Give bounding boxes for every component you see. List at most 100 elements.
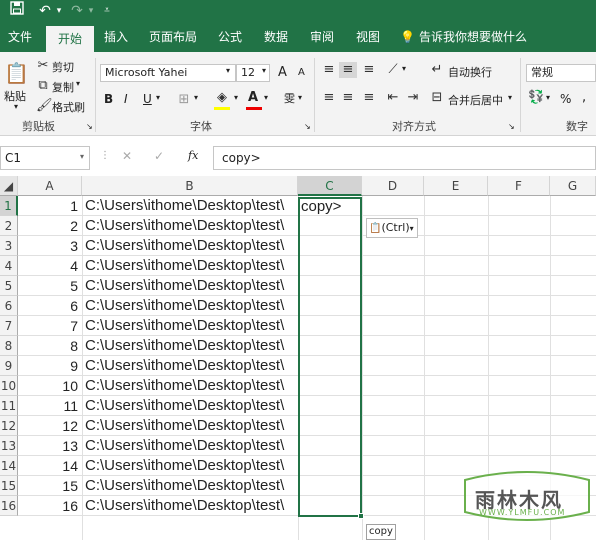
cell-b[interactable]: C:\Users\ithome\Desktop\test\: [85, 196, 297, 216]
increase-indent-icon[interactable]: ⇥: [404, 90, 422, 106]
cell-a[interactable]: 9: [20, 356, 78, 376]
select-all-corner[interactable]: ◢: [0, 176, 18, 196]
currency-icon[interactable]: 💱: [528, 90, 544, 106]
phonetic-dropdown-icon[interactable]: ▾: [298, 93, 302, 102]
cell-a[interactable]: 10: [20, 376, 78, 396]
shrink-font-button[interactable]: A: [298, 67, 305, 78]
row-header[interactable]: 10: [0, 376, 18, 396]
redo-dropdown-icon[interactable]: ▾: [86, 1, 96, 21]
percent-button[interactable]: %: [560, 92, 571, 106]
fill-handle[interactable]: [358, 513, 364, 519]
tab-page-layout[interactable]: 页面布局: [144, 22, 202, 52]
undo-icon[interactable]: ↶: [36, 1, 54, 21]
wrap-text-icon[interactable]: ↵: [430, 62, 444, 78]
column-header-f[interactable]: F: [488, 176, 550, 196]
align-center-icon[interactable]: ≡: [339, 90, 357, 106]
cell-a[interactable]: 8: [20, 336, 78, 356]
cell-a[interactable]: 13: [20, 436, 78, 456]
tab-view[interactable]: 视图: [350, 22, 386, 52]
row-header[interactable]: 5: [0, 276, 18, 296]
insert-function-icon[interactable]: fx: [188, 149, 198, 162]
row-header[interactable]: 9: [0, 356, 18, 376]
enter-icon[interactable]: ✓: [154, 149, 164, 163]
cell-b[interactable]: C:\Users\ithome\Desktop\test\: [85, 396, 297, 416]
cell-a[interactable]: 5: [20, 276, 78, 296]
cut-button[interactable]: 剪切: [52, 59, 74, 75]
name-box-dropdown-icon[interactable]: ▾: [80, 152, 84, 161]
align-middle-icon[interactable]: ≡: [339, 62, 357, 78]
column-header-d[interactable]: D: [362, 176, 424, 196]
orientation-icon[interactable]: ⟋: [384, 62, 402, 78]
align-top-icon[interactable]: ≡: [320, 62, 338, 78]
row-header[interactable]: 13: [0, 436, 18, 456]
alignment-launcher-icon[interactable]: ↘: [508, 122, 515, 131]
font-name-dropdown-icon[interactable]: ▾: [226, 66, 230, 75]
paste-icon[interactable]: 📋: [4, 60, 29, 86]
row-header[interactable]: 15: [0, 476, 18, 496]
column-header-b[interactable]: B: [82, 176, 298, 196]
font-color-button[interactable]: A: [248, 90, 258, 105]
cell-a[interactable]: 4: [20, 256, 78, 276]
comma-button[interactable]: ,: [582, 90, 586, 105]
cell-a[interactable]: 14: [20, 456, 78, 476]
cell-a[interactable]: 12: [20, 416, 78, 436]
column-header-e[interactable]: E: [424, 176, 488, 196]
cell-b[interactable]: C:\Users\ithome\Desktop\test\: [85, 476, 297, 496]
cell-b[interactable]: C:\Users\ithome\Desktop\test\: [85, 376, 297, 396]
column-header-g[interactable]: G: [550, 176, 596, 196]
paste-options-button[interactable]: 📋(Ctrl)▾: [366, 218, 418, 238]
redo-icon[interactable]: ↷: [68, 1, 86, 21]
row-header[interactable]: 7: [0, 316, 18, 336]
cell-b[interactable]: C:\Users\ithome\Desktop\test\: [85, 296, 297, 316]
clipboard-launcher-icon[interactable]: ↘: [86, 122, 93, 131]
column-header-c[interactable]: C: [298, 176, 362, 196]
align-bottom-icon[interactable]: ≡: [360, 62, 378, 78]
cell-b[interactable]: C:\Users\ithome\Desktop\test\: [85, 456, 297, 476]
wrap-text-button[interactable]: 自动换行: [448, 64, 492, 80]
font-size-dropdown-icon[interactable]: ▾: [262, 66, 266, 75]
row-header[interactable]: 14: [0, 456, 18, 476]
undo-dropdown-icon[interactable]: ▾: [54, 1, 64, 21]
tab-review[interactable]: 审阅: [304, 22, 340, 52]
borders-icon[interactable]: ⊞: [176, 92, 192, 108]
cell-a[interactable]: 7: [20, 316, 78, 336]
currency-dropdown-icon[interactable]: ▾: [546, 93, 550, 102]
cell-b[interactable]: C:\Users\ithome\Desktop\test\: [85, 496, 297, 516]
font-name-select[interactable]: Microsoft Yahei: [100, 64, 236, 82]
underline-button[interactable]: U: [143, 92, 152, 106]
column-header-a[interactable]: A: [18, 176, 82, 196]
cell-b[interactable]: C:\Users\ithome\Desktop\test\: [85, 336, 297, 356]
borders-dropdown-icon[interactable]: ▾: [194, 93, 198, 102]
cell-a[interactable]: 15: [20, 476, 78, 496]
align-right-icon[interactable]: ≡: [360, 90, 378, 106]
cell-a[interactable]: 1: [20, 196, 78, 216]
cell-b[interactable]: C:\Users\ithome\Desktop\test\: [85, 436, 297, 456]
scissors-icon[interactable]: ✂: [36, 58, 50, 74]
copy-icon[interactable]: ⧉: [36, 78, 50, 94]
formula-input[interactable]: copy>: [213, 146, 596, 170]
row-header[interactable]: 12: [0, 416, 18, 436]
fill-color-dropdown-icon[interactable]: ▾: [234, 93, 238, 102]
format-painter-icon[interactable]: 🖌: [36, 98, 53, 114]
grow-font-button[interactable]: A: [278, 65, 287, 80]
cell-a[interactable]: 2: [20, 216, 78, 236]
tab-insert[interactable]: 插入: [100, 22, 132, 52]
bold-button[interactable]: B: [104, 92, 113, 106]
row-header[interactable]: 3: [0, 236, 18, 256]
cell-a[interactable]: 11: [20, 396, 78, 416]
row-header[interactable]: 16: [0, 496, 18, 516]
cell-b[interactable]: C:\Users\ithome\Desktop\test\: [85, 416, 297, 436]
cancel-icon[interactable]: ✕: [122, 149, 132, 163]
merge-center-icon[interactable]: ⊟: [430, 90, 444, 106]
merge-center-button[interactable]: 合并后居中: [448, 92, 503, 108]
underline-dropdown-icon[interactable]: ▾: [156, 93, 160, 102]
italic-button[interactable]: I: [124, 92, 128, 106]
more-options-icon[interactable]: ⋮: [100, 150, 110, 161]
cell-b[interactable]: C:\Users\ithome\Desktop\test\: [85, 316, 297, 336]
cell-b[interactable]: C:\Users\ithome\Desktop\test\: [85, 216, 297, 236]
row-header[interactable]: 4: [0, 256, 18, 276]
row-header[interactable]: 2: [0, 216, 18, 236]
cell-a[interactable]: 16: [20, 496, 78, 516]
font-color-dropdown-icon[interactable]: ▾: [264, 93, 268, 102]
orientation-dropdown-icon[interactable]: ▾: [402, 64, 406, 73]
